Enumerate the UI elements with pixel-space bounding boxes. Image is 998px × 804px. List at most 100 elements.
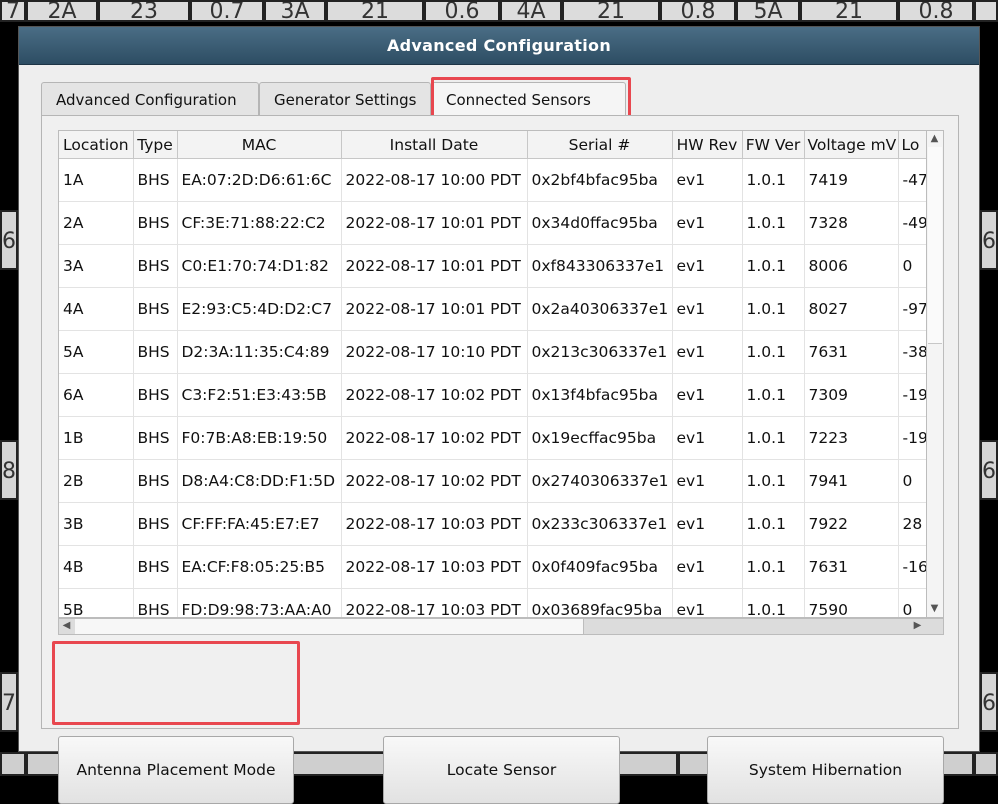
cell-mac: FD:D9:98:73:AA:A0 bbox=[177, 588, 342, 617]
bg-side-cell: 6 bbox=[0, 210, 18, 270]
table-header-row: Location Type MAC Install Date Serial # … bbox=[59, 131, 926, 159]
vertical-scroll-thumb[interactable] bbox=[928, 147, 942, 344]
cell-location: 2A bbox=[59, 201, 134, 245]
column-header-voltage[interactable]: Voltage mV bbox=[804, 131, 899, 159]
table-row[interactable]: 3A BHS C0:E1:70:74:D1:82 2022-08-17 10:01 P… bbox=[59, 244, 926, 288]
bg-cell: 4A bbox=[500, 0, 562, 22]
bg-side-cell: 6 bbox=[980, 440, 998, 500]
cell-serial: 0x19ecffac95ba bbox=[527, 416, 673, 460]
table-row[interactable]: 5B BHS FD:D9:98:73:AA:A0 2022-08-17 10:03 P… bbox=[59, 588, 926, 617]
cell-location: 5B bbox=[59, 588, 134, 617]
cell-serial: 0x13f4bfac95ba bbox=[527, 373, 673, 417]
cell-install-date: 2022-08-17 10:01 PDT bbox=[341, 201, 528, 245]
bg-cell: 0.6 bbox=[424, 0, 500, 22]
cell-lo: 0 bbox=[898, 588, 926, 617]
cell-hw-rev: ev1 bbox=[672, 158, 743, 202]
column-header-mac[interactable]: MAC bbox=[177, 131, 342, 159]
cell-fw-ver: 1.0.1 bbox=[742, 416, 805, 460]
advanced-configuration-dialog: Advanced Configuration Advanced Configur… bbox=[18, 26, 980, 804]
cell-type: BHS bbox=[133, 287, 178, 331]
cell-hw-rev: ev1 bbox=[672, 588, 743, 617]
cell-mac: F0:7B:A8:EB:19:50 bbox=[177, 416, 342, 460]
cell-serial: 0x233c306337e1 bbox=[527, 502, 673, 546]
cell-fw-ver: 1.0.1 bbox=[742, 330, 805, 374]
cell-lo: 0 bbox=[898, 244, 926, 288]
cell-install-date: 2022-08-17 10:01 PDT bbox=[341, 287, 528, 331]
scroll-right-icon[interactable]: ▶ bbox=[910, 619, 925, 633]
table-row[interactable]: 4A BHS E2:93:C5:4D:D2:C7 2022-08-17 10:01 P… bbox=[59, 287, 926, 331]
table-row[interactable]: 1B BHS F0:7B:A8:EB:19:50 2022-08-17 10:02 P… bbox=[59, 416, 926, 460]
table-row[interactable]: 4B BHS EA:CF:F8:05:25:B5 2022-08-17 10:03 P… bbox=[59, 545, 926, 589]
background-top-row: 7 2A 23 0.7 3A 21 0.6 4A 21 0.8 5A 21 0.… bbox=[0, 0, 998, 22]
column-header-location[interactable]: Location bbox=[59, 131, 134, 159]
bg-cell: 21 bbox=[562, 0, 660, 22]
cell-mac: C0:E1:70:74:D1:82 bbox=[177, 244, 342, 288]
system-hibernation-button[interactable]: System Hibernation bbox=[707, 736, 944, 804]
cell-location: 4A bbox=[59, 287, 134, 331]
cell-fw-ver: 1.0.1 bbox=[742, 244, 805, 288]
column-header-fw-ver[interactable]: FW Ver bbox=[742, 131, 805, 159]
cell-serial: 0x213c306337e1 bbox=[527, 330, 673, 374]
cell-type: BHS bbox=[133, 502, 178, 546]
cell-serial: 0xf843306337e1 bbox=[527, 244, 673, 288]
cell-voltage: 7419 bbox=[804, 158, 899, 202]
cell-serial: 0x0f409fac95ba bbox=[527, 545, 673, 589]
antenna-placement-mode-button[interactable]: Antenna Placement Mode bbox=[58, 736, 294, 804]
horizontal-scroll-thumb[interactable] bbox=[75, 619, 584, 634]
cell-serial: 0x2740306337e1 bbox=[527, 459, 673, 503]
table-row[interactable]: 6A BHS C3:F2:51:E3:43:5B 2022-08-17 10:02 P… bbox=[59, 373, 926, 417]
cell-voltage: 7922 bbox=[804, 502, 899, 546]
horizontal-scrollbar[interactable]: ◀ ▶ bbox=[58, 618, 944, 635]
column-header-lo[interactable]: Lo bbox=[898, 131, 926, 159]
column-header-serial[interactable]: Serial # bbox=[527, 131, 673, 159]
scroll-down-icon[interactable]: ▼ bbox=[927, 602, 942, 616]
sensors-table-body: 1A BHS EA:07:2D:D6:61:6C 2022-08-17 10:00 P… bbox=[59, 158, 926, 617]
cell-voltage: 7309 bbox=[804, 373, 899, 417]
table-row[interactable]: 2B BHS D8:A4:C8:DD:F1:5D 2022-08-17 10:02 P… bbox=[59, 459, 926, 503]
highlight-connected-sensors-tab bbox=[431, 77, 631, 119]
table-row[interactable]: 5A BHS D2:3A:11:35:C4:89 2022-08-17 10:10 P… bbox=[59, 330, 926, 374]
bg-side-cell: 8 bbox=[0, 440, 18, 500]
cell-type: BHS bbox=[133, 459, 178, 503]
locate-sensor-button[interactable]: Locate Sensor bbox=[383, 736, 620, 804]
table-row[interactable]: 1A BHS EA:07:2D:D6:61:6C 2022-08-17 10:00 P… bbox=[59, 158, 926, 202]
bg-cell: 21 bbox=[326, 0, 424, 22]
bg-cell bbox=[974, 0, 998, 22]
table-row[interactable]: 2A BHS CF:3E:71:88:22:C2 2022-08-17 10:01 P… bbox=[59, 201, 926, 245]
vertical-scrollbar[interactable]: ▲ ▼ bbox=[927, 130, 944, 618]
bg-cell: 2A bbox=[26, 0, 98, 22]
bg-side-cell: 6 bbox=[980, 672, 998, 732]
cell-voltage: 8006 bbox=[804, 244, 899, 288]
cell-fw-ver: 1.0.1 bbox=[742, 502, 805, 546]
cell-mac: C3:F2:51:E3:43:5B bbox=[177, 373, 342, 417]
cell-type: BHS bbox=[133, 158, 178, 202]
cell-hw-rev: ev1 bbox=[672, 330, 743, 374]
scroll-up-icon[interactable]: ▲ bbox=[927, 132, 942, 146]
dialog-title[interactable]: Advanced Configuration bbox=[19, 27, 979, 65]
cell-hw-rev: ev1 bbox=[672, 502, 743, 546]
cell-fw-ver: 1.0.1 bbox=[742, 201, 805, 245]
column-header-type[interactable]: Type bbox=[133, 131, 178, 159]
column-header-install-date[interactable]: Install Date bbox=[341, 131, 528, 159]
cell-fw-ver: 1.0.1 bbox=[742, 545, 805, 589]
cell-install-date: 2022-08-17 10:02 PDT bbox=[341, 373, 528, 417]
sensors-table: Location Type MAC Install Date Serial # … bbox=[59, 131, 926, 617]
cell-location: 3B bbox=[59, 502, 134, 546]
table-row[interactable]: 3B BHS CF:FF:FA:45:E7:E7 2022-08-17 10:03 P… bbox=[59, 502, 926, 546]
column-header-hw-rev[interactable]: HW Rev bbox=[672, 131, 743, 159]
cell-mac: D8:A4:C8:DD:F1:5D bbox=[177, 459, 342, 503]
tab-generator-settings[interactable]: Generator Settings bbox=[259, 82, 431, 116]
cell-mac: CF:FF:FA:45:E7:E7 bbox=[177, 502, 342, 546]
cell-voltage: 7631 bbox=[804, 545, 899, 589]
bg-cell: 7 bbox=[0, 0, 26, 22]
cell-install-date: 2022-08-17 10:00 PDT bbox=[341, 158, 528, 202]
cell-location: 1B bbox=[59, 416, 134, 460]
cell-fw-ver: 1.0.1 bbox=[742, 459, 805, 503]
bg-side-cell: 7 bbox=[0, 672, 18, 732]
tab-advanced-configuration[interactable]: Advanced Configuration bbox=[41, 82, 259, 116]
cell-mac: CF:3E:71:88:22:C2 bbox=[177, 201, 342, 245]
cell-mac: E2:93:C5:4D:D2:C7 bbox=[177, 287, 342, 331]
cell-type: BHS bbox=[133, 588, 178, 617]
scroll-left-icon[interactable]: ◀ bbox=[59, 619, 74, 633]
bg-cell: 5A bbox=[736, 0, 800, 22]
